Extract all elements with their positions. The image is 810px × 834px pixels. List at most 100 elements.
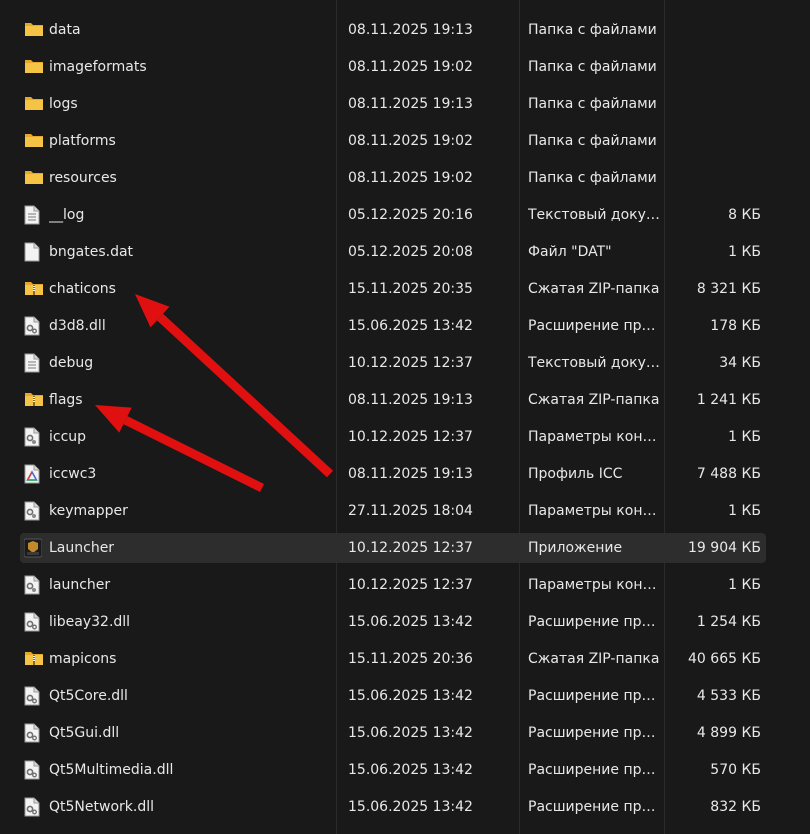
dll-file-icon bbox=[24, 316, 42, 336]
file-row[interactable]: __log 05.12.2025 20:16 Текстовый документ 8… bbox=[20, 200, 766, 230]
file-row[interactable]: Qt5Gui.dll 15.06.2025 13:42 Расширение при… bbox=[20, 718, 766, 748]
file-name: bngates.dat bbox=[49, 244, 134, 260]
zip-folder-icon bbox=[24, 279, 43, 299]
file-date-modified: 10.12.2025 12:37 bbox=[348, 355, 473, 371]
file-date-modified: 08.11.2025 19:02 bbox=[348, 170, 473, 186]
file-name: resources bbox=[49, 170, 117, 186]
text-file-icon bbox=[24, 353, 42, 373]
file-size: 40 665 КБ bbox=[688, 651, 761, 667]
file-date-modified: 15.06.2025 13:42 bbox=[348, 762, 473, 778]
file-row[interactable]: iccup 10.12.2025 12:37 Параметры конфигура… bbox=[20, 422, 766, 452]
file-type: Папка с файлами bbox=[528, 59, 657, 75]
file-size: 8 КБ bbox=[728, 207, 761, 223]
file-date-modified: 15.11.2025 20:36 bbox=[348, 651, 473, 667]
file-row[interactable]: bngates.dat 05.12.2025 20:08 Файл "DAT" 1 К… bbox=[20, 237, 766, 267]
file-type: Сжатая ZIP-папка bbox=[528, 392, 660, 408]
file-size: 570 КБ bbox=[710, 762, 761, 778]
file-size: 4 899 КБ bbox=[696, 725, 761, 741]
file-name: Launcher bbox=[49, 540, 115, 556]
file-row[interactable]: launcher 10.12.2025 12:37 Параметры конфиг… bbox=[20, 570, 766, 600]
file-date-modified: 08.11.2025 19:13 bbox=[348, 96, 473, 112]
file-type: Расширение приложения bbox=[528, 614, 662, 630]
file-name: Qt5Core.dll bbox=[49, 688, 128, 704]
file-date-modified: 08.11.2025 19:02 bbox=[348, 59, 473, 75]
folder-icon bbox=[24, 131, 43, 151]
file-row[interactable]: platforms 08.11.2025 19:02 Папка с файлами bbox=[20, 126, 766, 156]
dll-file-icon bbox=[24, 686, 42, 706]
file-row[interactable]: keymapper 27.11.2025 18:04 Параметры конфи… bbox=[20, 496, 766, 526]
file-name: Qt5Network.dll bbox=[49, 799, 154, 815]
file-size: 1 КБ bbox=[728, 577, 761, 593]
file-type: Расширение приложения bbox=[528, 762, 662, 778]
folder-icon bbox=[24, 57, 43, 77]
file-name: keymapper bbox=[49, 503, 128, 519]
file-type: Сжатая ZIP-папка bbox=[528, 281, 660, 297]
file-row[interactable]: libeay32.dll 15.06.2025 13:42 Расширение п… bbox=[20, 607, 766, 637]
file-row[interactable]: resources 08.11.2025 19:02 Папка с файлами bbox=[20, 163, 766, 193]
dll-file-icon bbox=[24, 723, 42, 743]
file-date-modified: 15.06.2025 13:42 bbox=[348, 318, 473, 334]
file-date-modified: 05.12.2025 20:08 bbox=[348, 244, 473, 260]
file-date-modified: 15.06.2025 13:42 bbox=[348, 688, 473, 704]
file-date-modified: 08.11.2025 19:13 bbox=[348, 466, 473, 482]
file-type: Расширение приложения bbox=[528, 799, 662, 815]
file-size: 19 904 КБ bbox=[688, 540, 761, 556]
file-date-modified: 10.12.2025 12:37 bbox=[348, 429, 473, 445]
file-type: Приложение bbox=[528, 540, 623, 556]
config-file-icon bbox=[24, 575, 42, 595]
file-row[interactable]: data 08.11.2025 19:13 Папка с файлами bbox=[20, 15, 766, 45]
file-row[interactable]: Qt5Core.dll 15.06.2025 13:42 Расширение пр… bbox=[20, 681, 766, 711]
file-row[interactable]: mapicons 15.11.2025 20:36 Сжатая ZIP-папка… bbox=[20, 644, 766, 674]
file-type: Файл "DAT" bbox=[528, 244, 612, 260]
folder-icon bbox=[24, 168, 43, 188]
file-type: Расширение приложения bbox=[528, 725, 662, 741]
file-row[interactable]: d3d8.dll 15.06.2025 13:42 Расширение прило… bbox=[20, 311, 766, 341]
file-size: 832 КБ bbox=[710, 799, 761, 815]
blank-file-icon bbox=[24, 242, 42, 262]
file-size: 4 533 КБ bbox=[696, 688, 761, 704]
file-name: Qt5Multimedia.dll bbox=[49, 762, 174, 778]
file-type: Расширение приложения bbox=[528, 318, 662, 334]
file-type: Папка с файлами bbox=[528, 170, 657, 186]
file-name: flags bbox=[49, 392, 83, 408]
file-type: Параметры конфигурации bbox=[528, 429, 662, 445]
file-row[interactable]: flags 08.11.2025 19:13 Сжатая ZIP-папка 1 2… bbox=[20, 385, 766, 415]
file-date-modified: 08.11.2025 19:13 bbox=[348, 22, 473, 38]
file-name: launcher bbox=[49, 577, 111, 593]
launcher-app-icon bbox=[24, 538, 42, 558]
file-row[interactable]: Qt5Multimedia.dll 15.06.2025 13:42 Расшире… bbox=[20, 755, 766, 785]
file-row[interactable]: chaticons 15.11.2025 20:35 Сжатая ZIP-папк… bbox=[20, 274, 766, 304]
file-name: imageformats bbox=[49, 59, 147, 75]
file-date-modified: 15.06.2025 13:42 bbox=[348, 614, 473, 630]
file-name: logs bbox=[49, 96, 78, 112]
file-row[interactable]: imageformats 08.11.2025 19:02 Папка с файл… bbox=[20, 52, 766, 82]
zip-folder-icon bbox=[24, 390, 43, 410]
file-date-modified: 15.06.2025 13:42 bbox=[348, 725, 473, 741]
file-type: Текстовый документ bbox=[528, 355, 662, 371]
file-size: 1 241 КБ bbox=[696, 392, 761, 408]
text-file-icon bbox=[24, 205, 42, 225]
file-type: Сжатая ZIP-папка bbox=[528, 651, 660, 667]
file-row[interactable]: Launcher 10.12.2025 12:37 Приложение 19 904… bbox=[20, 533, 766, 563]
file-date-modified: 08.11.2025 19:13 bbox=[348, 392, 473, 408]
file-row[interactable]: Qt5Network.dll 15.06.2025 13:42 Расширение… bbox=[20, 792, 766, 822]
file-row[interactable]: iccwc3 08.11.2025 19:13 Профиль ICC 7 488 К… bbox=[20, 459, 766, 489]
dll-file-icon bbox=[24, 760, 42, 780]
file-type: Расширение приложения bbox=[528, 688, 662, 704]
icc-profile-icon bbox=[24, 464, 42, 484]
file-row[interactable]: logs 08.11.2025 19:13 Папка с файлами bbox=[20, 89, 766, 119]
file-type: Параметры конфигурации bbox=[528, 577, 662, 593]
file-size: 178 КБ bbox=[710, 318, 761, 334]
dll-file-icon bbox=[24, 612, 42, 632]
file-size: 1 КБ bbox=[728, 503, 761, 519]
folder-icon bbox=[24, 20, 43, 40]
file-type: Папка с файлами bbox=[528, 22, 657, 38]
file-date-modified: 27.11.2025 18:04 bbox=[348, 503, 473, 519]
file-name: libeay32.dll bbox=[49, 614, 131, 630]
file-name: chaticons bbox=[49, 281, 116, 297]
file-size: 1 КБ bbox=[728, 244, 761, 260]
file-date-modified: 10.12.2025 12:37 bbox=[348, 577, 473, 593]
file-date-modified: 15.11.2025 20:35 bbox=[348, 281, 473, 297]
file-row[interactable]: debug 10.12.2025 12:37 Текстовый документ 3… bbox=[20, 348, 766, 378]
file-name: mapicons bbox=[49, 651, 117, 667]
